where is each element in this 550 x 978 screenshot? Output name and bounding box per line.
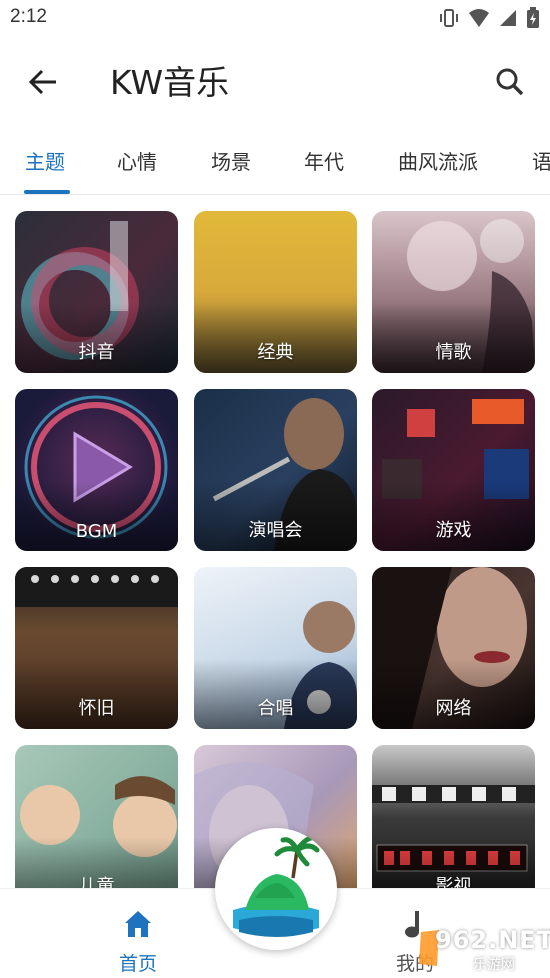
category-label: 情歌 [435,342,472,363]
category-label: 影视 [435,876,472,888]
category-label: 网络 [435,698,472,719]
nav-home[interactable]: 首页 [108,899,168,975]
nav-home-label: 首页 [118,953,157,975]
tab-scene[interactable]: 场景 [211,146,251,175]
category-tile-classic[interactable]: 经典 [194,211,357,373]
island-logo-icon [220,833,332,945]
category-tile-nostalgia[interactable]: 怀旧 [15,567,178,729]
wifi-icon [469,9,489,27]
category-tile-love-songs[interactable]: 情歌 [372,211,535,373]
home-icon [125,911,151,937]
page-title: KW音乐 [110,63,230,102]
category-label: 合唱 [257,698,294,719]
app-bar: KW音乐 [0,36,550,124]
category-label: 抖音 [78,342,115,363]
back-button[interactable] [24,62,64,102]
watermark-text: 962.NET [435,926,550,954]
category-tile-internet[interactable]: 网络 [372,567,535,729]
category-label: 演唱会 [248,520,303,541]
category-tile-games[interactable]: 游戏 [372,389,535,551]
status-time: 2:12 [10,6,47,27]
tab-theme[interactable]: 主题 [25,146,65,175]
category-label: 儿童 [78,876,115,888]
arrow-left-icon [28,69,56,95]
watermark-logo: 962.NET 乐游网 [415,926,550,973]
category-tile-bgm[interactable]: BGM [15,389,178,551]
tab-era[interactable]: 年代 [304,146,344,175]
center-play-button[interactable] [215,828,337,950]
category-label: BGM [75,521,118,542]
battery-icon [527,7,539,28]
status-icons [438,6,540,30]
category-tile-douyin[interactable]: 抖音 [15,211,178,373]
vibrate-icon [440,9,458,27]
category-label: 经典 [257,342,294,363]
tab-indicator [24,190,70,194]
tab-language[interactable]: 语 [532,146,550,175]
watermark-subtext: 乐游网 [473,957,515,973]
category-tile-chorus[interactable]: 合唱 [194,567,357,729]
category-grid: 抖音 经典 情歌 BGM 演唱会 游戏 怀旧 合唱 网络 儿童 影视 [0,196,550,888]
category-tile-concert[interactable]: 演唱会 [194,389,357,551]
signal-icon [500,10,516,26]
category-tile-children[interactable]: 儿童 [15,745,178,888]
search-button[interactable] [490,62,530,102]
tab-genre[interactable]: 曲风流派 [398,146,478,175]
category-label: 游戏 [435,520,472,541]
category-tabs: 主题 心情 场景 年代 曲风流派 语 [0,124,550,195]
status-bar: 2:12 [0,0,550,36]
category-label: 怀旧 [78,698,115,719]
search-icon [496,68,524,96]
category-tile-film[interactable]: 影视 [372,745,535,888]
tab-mood[interactable]: 心情 [117,146,157,175]
